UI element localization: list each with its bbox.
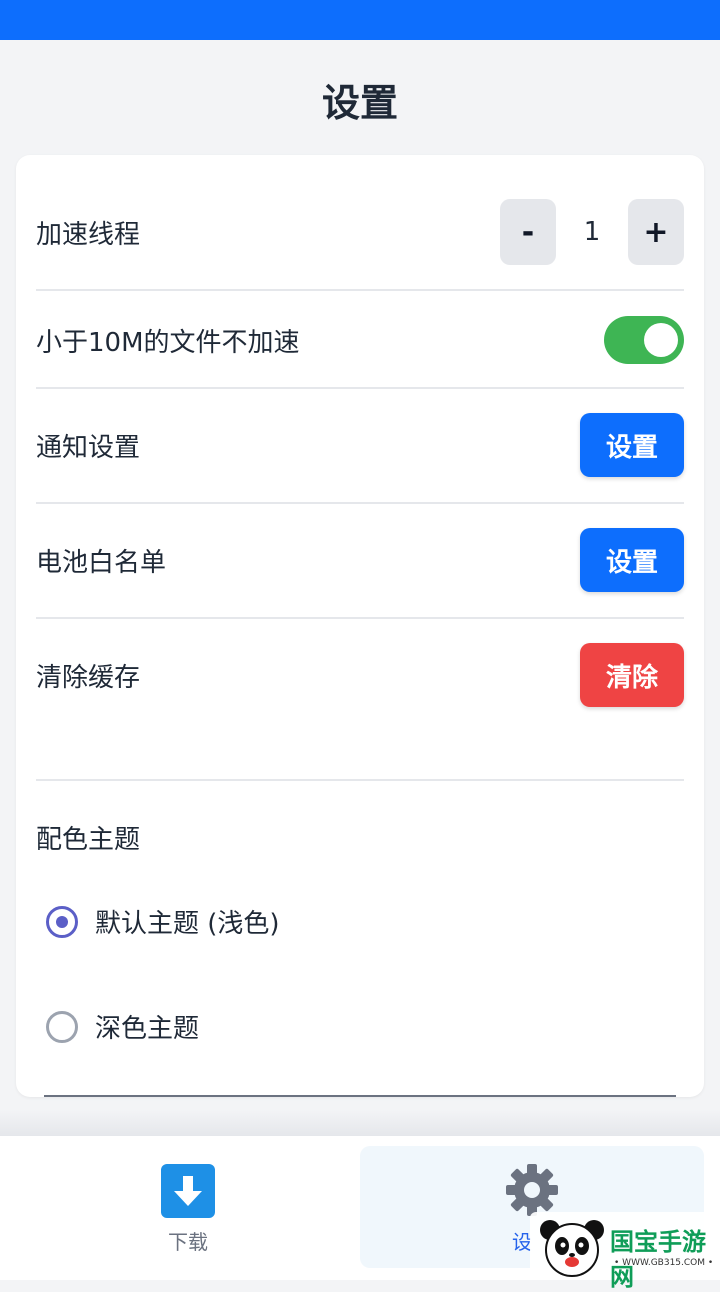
settings-card: 加速线程 - 1 + 小于10M的文件不加速 通知设置 设置 电池白名单 设置 … [16, 155, 704, 1097]
page-title: 设置 [321, 81, 398, 125]
cache-label: 清除缓存 [36, 662, 141, 693]
watermark-logo: 国宝手游网 • WWW.GB315.COM • [530, 1212, 720, 1291]
watermark-text: 国宝手游网 [610, 1228, 706, 1291]
setting-row-battery: 电池白名单 设置 [36, 528, 684, 592]
notification-label: 通知设置 [36, 432, 141, 463]
watermark-subtext: • WWW.GB315.COM • [614, 1258, 714, 1268]
divider [36, 779, 684, 781]
divider [44, 1095, 676, 1097]
theme-option-light[interactable]: 默认主题 (浅色) [46, 903, 280, 940]
threads-value: 1 [583, 217, 601, 247]
setting-row-threads: 加速线程 - 1 + [36, 199, 684, 265]
radio-checked-icon[interactable] [46, 905, 78, 938]
setting-row-notification: 通知设置 设置 [36, 413, 684, 477]
small-file-toggle[interactable] [604, 316, 684, 364]
download-arrow-icon [161, 1164, 215, 1218]
clear-cache-button[interactable]: 清除 [580, 643, 684, 707]
toggle-knob [644, 323, 678, 357]
small-file-label: 小于10M的文件不加速 [36, 327, 300, 358]
theme-option-label: 深色主题 [95, 1014, 200, 1044]
panda-logo-icon [536, 1216, 608, 1282]
setting-row-small-file: 小于10M的文件不加速 [36, 315, 684, 365]
theme-section-title: 配色主题 [36, 825, 141, 855]
notification-settings-button[interactable]: 设置 [580, 413, 684, 477]
decrement-button[interactable]: - [500, 199, 556, 265]
divider [36, 617, 684, 619]
nav-item-download[interactable]: 下载 [16, 1146, 360, 1268]
nav-label-download: 下载 [168, 1230, 208, 1254]
status-bar [0, 0, 720, 40]
nav-shadow [0, 1110, 720, 1136]
setting-row-cache: 清除缓存 清除 [36, 643, 684, 707]
theme-option-dark[interactable]: 深色主题 [46, 1008, 199, 1045]
theme-option-label: 默认主题 (浅色) [95, 909, 280, 939]
threads-stepper: - 1 + [500, 199, 684, 265]
threads-label: 加速线程 [36, 219, 141, 250]
increment-button[interactable]: + [628, 199, 684, 265]
radio-unchecked-icon[interactable] [46, 1010, 78, 1043]
divider [36, 289, 684, 291]
battery-settings-button[interactable]: 设置 [580, 528, 684, 592]
divider [36, 387, 684, 389]
battery-label: 电池白名单 [36, 547, 167, 578]
divider [36, 502, 684, 504]
